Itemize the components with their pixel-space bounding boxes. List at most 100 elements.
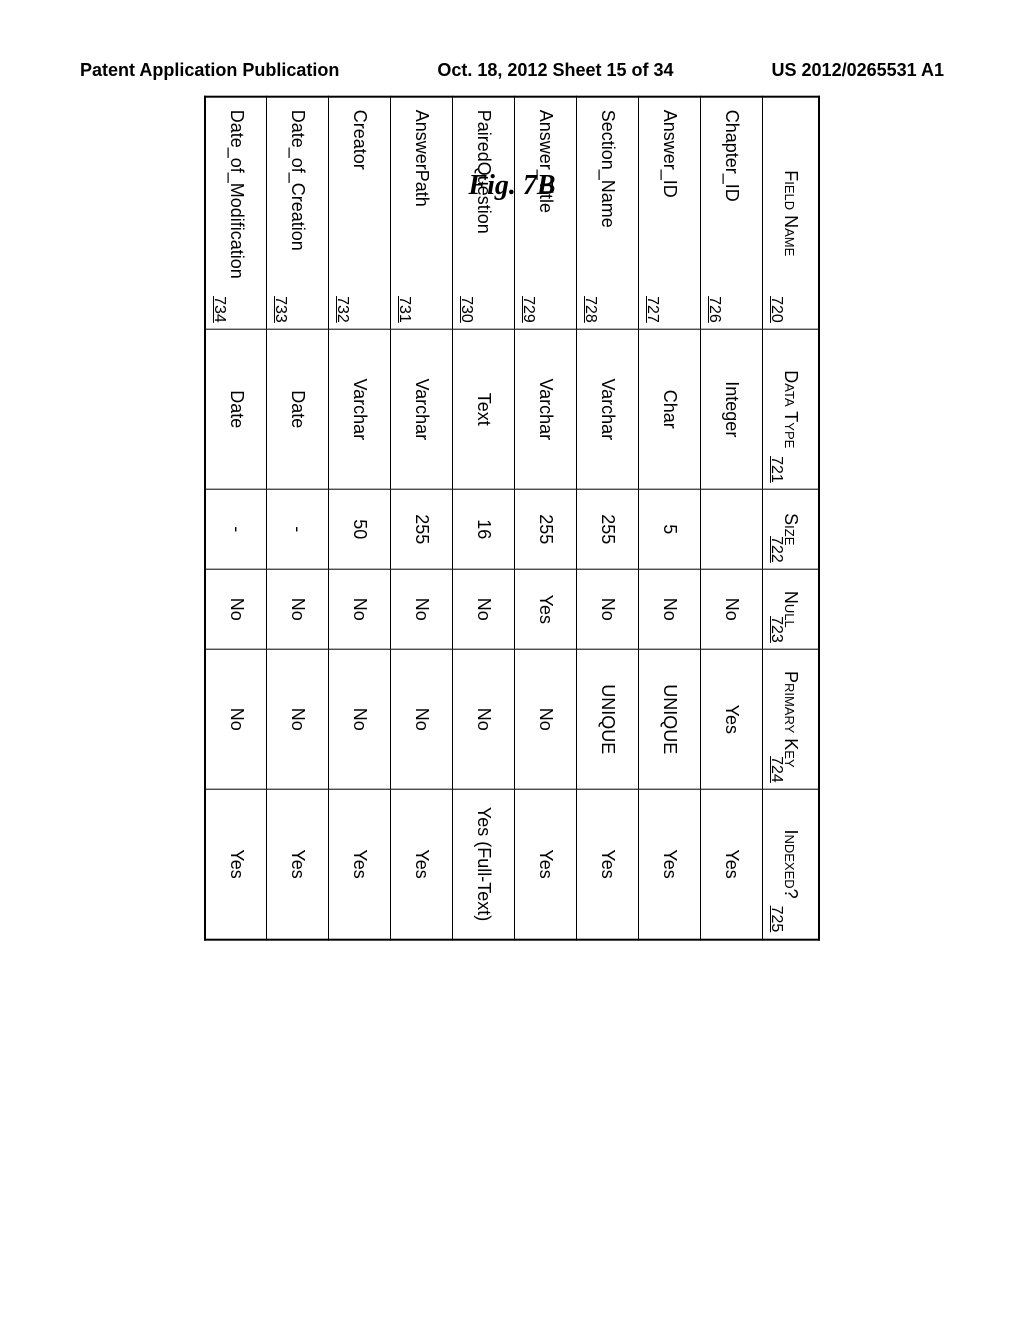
cell-primary-key: UNIQUE xyxy=(577,649,639,789)
cell-null: Yes xyxy=(515,569,577,649)
field-name: Creator xyxy=(351,110,371,170)
field-name-cell: Date_of_Creation 733 xyxy=(267,97,329,330)
field-name: Date_of_Modification xyxy=(227,110,247,279)
col-header-primary-key: Primary Key 724 xyxy=(763,649,819,789)
field-ref: 732 xyxy=(334,296,352,323)
field-ref: 734 xyxy=(210,296,228,323)
cell-size: 5 xyxy=(639,489,701,569)
cell-data-type: Char xyxy=(639,329,701,489)
cell-size: 255 xyxy=(391,489,453,569)
cell-size: 50 xyxy=(329,489,391,569)
header-left: Patent Application Publication xyxy=(80,60,339,81)
cell-data-type: Date xyxy=(267,329,329,489)
cell-data-type: Date xyxy=(205,329,267,489)
header-right: US 2012/0265531 A1 xyxy=(772,60,944,81)
cell-null: No xyxy=(267,569,329,649)
field-ref: 731 xyxy=(396,296,414,323)
cell-primary-key: No xyxy=(329,649,391,789)
cell-primary-key: Yes xyxy=(701,649,763,789)
col-ref: 725 xyxy=(768,906,786,933)
field-name: Chapter_ID xyxy=(723,110,743,202)
schema-table: Field Name 720 Data Type 721 Size 722 Nu… xyxy=(204,96,820,941)
field-name: Answer_Title xyxy=(537,110,557,213)
field-name-cell: AnswerPath 731 xyxy=(391,97,453,330)
cell-indexed: Yes xyxy=(391,789,453,939)
field-name-cell: Chapter_ID 726 xyxy=(701,97,763,330)
col-header-data-type: Data Type 721 xyxy=(763,329,819,489)
col-label: Field Name xyxy=(780,110,801,317)
col-header-field-name: Field Name 720 xyxy=(763,97,819,330)
field-ref: 727 xyxy=(644,296,662,323)
cell-data-type: Varchar xyxy=(391,329,453,489)
cell-size xyxy=(701,489,763,569)
cell-indexed: Yes xyxy=(205,789,267,939)
cell-indexed: Yes (Full-Text) xyxy=(453,789,515,939)
table-row: AnswerPath731Varchar255NoNoYes xyxy=(391,97,453,940)
table-row: Answer_Title729Varchar255YesNoYes xyxy=(515,97,577,940)
field-name-cell: Section_Name 728 xyxy=(577,97,639,330)
table-row: Creator732Varchar50NoNoYes xyxy=(329,97,391,940)
table-row: Date_of_Creation733Date-NoNoYes xyxy=(267,97,329,940)
cell-null: No xyxy=(453,569,515,649)
col-ref: 720 xyxy=(768,296,786,323)
cell-indexed: Yes xyxy=(577,789,639,939)
cell-data-type: Integer xyxy=(701,329,763,489)
field-name: Date_of_Creation xyxy=(289,110,309,251)
field-name-cell: Creator 732 xyxy=(329,97,391,330)
cell-primary-key: No xyxy=(453,649,515,789)
cell-size: 255 xyxy=(577,489,639,569)
table-header-row: Field Name 720 Data Type 721 Size 722 Nu… xyxy=(763,97,819,940)
field-ref: 726 xyxy=(706,296,724,323)
field-name-cell: Answer_ID 727 xyxy=(639,97,701,330)
cell-null: No xyxy=(639,569,701,649)
cell-indexed: Yes xyxy=(515,789,577,939)
col-header-size: Size 722 xyxy=(763,489,819,569)
table-row: Answer_ID 727 Char5NoUNIQUEYes xyxy=(639,97,701,940)
cell-data-type: Varchar xyxy=(577,329,639,489)
cell-size: - xyxy=(205,489,267,569)
cell-size: - xyxy=(267,489,329,569)
table-body: Chapter_ID726IntegerNoYesYesAnswer_ID727… xyxy=(205,97,763,940)
field-name-cell: Date_of_Modification 734 xyxy=(205,97,267,330)
cell-null: No xyxy=(205,569,267,649)
field-name: AnswerPath xyxy=(413,110,433,207)
table-row: PairedQuestion730Text16NoNoYes (Full-Tex… xyxy=(453,97,515,940)
cell-primary-key: No xyxy=(205,649,267,789)
page-header: Patent Application Publication Oct. 18, … xyxy=(0,0,1024,81)
cell-null: No xyxy=(329,569,391,649)
field-name: PairedQuestion xyxy=(475,110,495,234)
cell-null: No xyxy=(577,569,639,649)
col-ref: 721 xyxy=(768,456,786,483)
field-name-cell: Answer_Title 729 xyxy=(515,97,577,330)
cell-primary-key: No xyxy=(267,649,329,789)
cell-size: 16 xyxy=(453,489,515,569)
col-ref: 724 xyxy=(768,756,786,783)
cell-null: No xyxy=(701,569,763,649)
cell-primary-key: UNIQUE xyxy=(639,649,701,789)
field-ref: 733 xyxy=(272,296,290,323)
col-header-null: Null 723 xyxy=(763,569,819,649)
header-center: Oct. 18, 2012 Sheet 15 of 34 xyxy=(437,60,673,81)
field-name: Section_Name xyxy=(599,110,619,228)
field-ref: 730 xyxy=(458,296,476,323)
cell-data-type: Varchar xyxy=(515,329,577,489)
field-name: Answer_ID xyxy=(661,110,681,198)
cell-null: No xyxy=(391,569,453,649)
cell-indexed: Yes xyxy=(639,789,701,939)
cell-indexed: Yes xyxy=(701,789,763,939)
cell-size: 255 xyxy=(515,489,577,569)
cell-primary-key: No xyxy=(391,649,453,789)
field-ref: 729 xyxy=(520,296,538,323)
table-row: Date_of_Modification734Date-NoNoYes xyxy=(205,97,267,940)
schema-table-container: Field Name 720 Data Type 721 Size 722 Nu… xyxy=(204,96,820,941)
table-row: Chapter_ID726IntegerNoYesYes xyxy=(701,97,763,940)
col-header-indexed: Indexed? 725 xyxy=(763,789,819,939)
cell-indexed: Yes xyxy=(329,789,391,939)
field-name-cell: PairedQuestion 730 xyxy=(453,97,515,330)
col-ref: 722 xyxy=(768,536,786,563)
table-row: Section_Name 728 Varchar255NoUNIQUEYes xyxy=(577,97,639,940)
field-ref: 728 xyxy=(582,296,600,323)
cell-indexed: Yes xyxy=(267,789,329,939)
cell-data-type: Text xyxy=(453,329,515,489)
cell-data-type: Varchar xyxy=(329,329,391,489)
